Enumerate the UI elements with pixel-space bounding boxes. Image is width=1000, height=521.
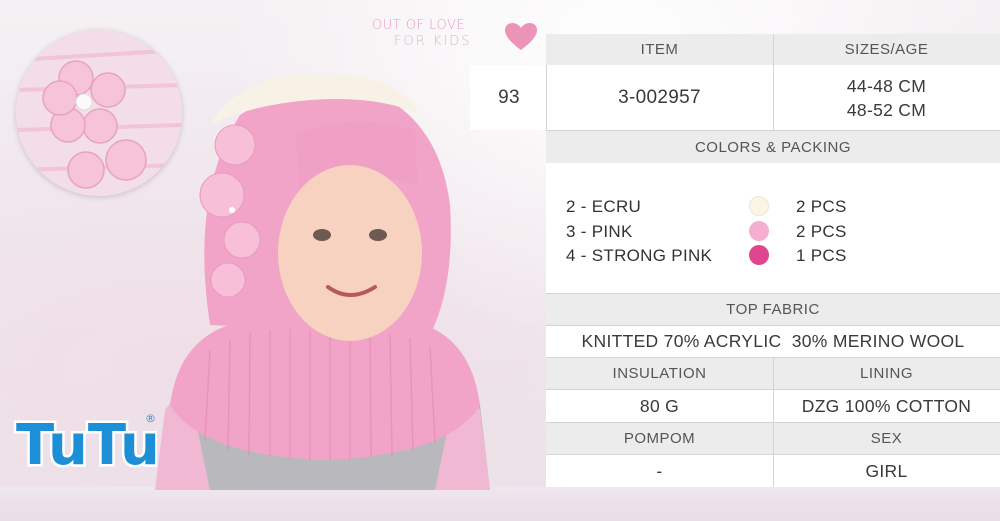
divider bbox=[546, 357, 1000, 358]
divider bbox=[546, 130, 1000, 131]
insulation-header: INSULATION bbox=[546, 358, 773, 389]
packing-qty: 2 PCS bbox=[796, 221, 847, 241]
divider bbox=[546, 454, 1000, 455]
divider bbox=[546, 422, 1000, 423]
color-swatches bbox=[749, 196, 769, 270]
colors-packing-header: COLORS & PACKING bbox=[546, 131, 1000, 163]
divider bbox=[546, 65, 547, 130]
packing-quantities: 2 PCS 2 PCS 1 PCS bbox=[796, 195, 847, 269]
divider bbox=[546, 389, 1000, 390]
color-row-label: 2 - ECRU bbox=[566, 197, 642, 216]
divider bbox=[546, 293, 1000, 294]
sizes-values: 44-48 CM 48-52 CM bbox=[773, 65, 1000, 130]
packing-qty: 2 PCS bbox=[796, 197, 847, 216]
size-value: 48-52 CM bbox=[846, 99, 927, 120]
item-header: ITEM bbox=[546, 34, 773, 65]
color-list: 2 - ECRU 3 - PINK 4 - STRONG PINK bbox=[566, 195, 712, 269]
divider bbox=[773, 34, 774, 130]
pompom-value: - bbox=[546, 455, 773, 487]
top-fabric-header: TOP FABRIC bbox=[546, 294, 1000, 325]
color-row-label: 3 - PINK bbox=[566, 221, 633, 241]
sex-value: GIRL bbox=[773, 455, 1000, 487]
packing-qty: 1 PCS bbox=[796, 246, 847, 265]
item-number: 93 bbox=[470, 65, 548, 130]
spec-table: ITEM SIZES/AGE 93 3-002957 44-48 CM 48-5… bbox=[0, 0, 1000, 521]
top-fabric-value: KNITTED 70% ACRYLIC 30% MERINO WOOL bbox=[546, 326, 1000, 357]
item-code: 3-002957 bbox=[546, 65, 773, 130]
lining-header: LINING bbox=[773, 358, 1000, 389]
sex-header: SEX bbox=[773, 423, 1000, 454]
colors-packing-block: 2 - ECRU 3 - PINK 4 - STRONG PINK 2 PCS … bbox=[546, 163, 1000, 293]
swatch-ecru bbox=[749, 196, 769, 216]
insulation-value: 80 G bbox=[546, 390, 773, 422]
swatch-strong-pink bbox=[749, 245, 769, 265]
color-row-label: 4 - STRONG PINK bbox=[566, 246, 713, 265]
divider bbox=[546, 325, 1000, 326]
pompom-header: POMPOM bbox=[546, 423, 773, 454]
sizes-header: SIZES/AGE bbox=[773, 34, 1000, 65]
size-value: 44-48 CM bbox=[846, 75, 927, 96]
swatch-pink bbox=[749, 220, 769, 241]
lining-value: DZG 100% COTTON bbox=[773, 390, 1000, 422]
